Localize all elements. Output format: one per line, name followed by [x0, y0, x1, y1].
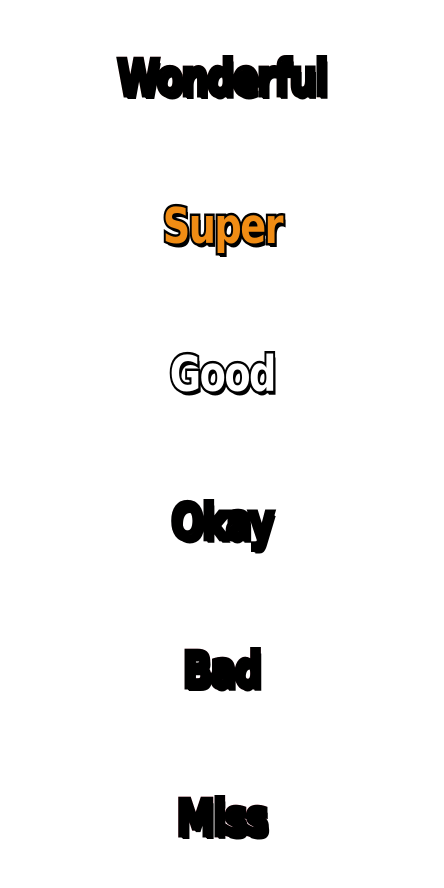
rating-wonderful-text: Wonderful — [115, 49, 330, 107]
rating-bad-text: Bad — [181, 641, 264, 699]
rating-miss-text: Miss — [175, 789, 271, 847]
rating-okay-text: Okay — [169, 493, 276, 551]
rating-wonderful: Wonderful — [0, 4, 444, 152]
rating-miss: Miss — [0, 744, 444, 888]
rating-good-text: Good — [168, 345, 278, 403]
rating-bad: Bad — [0, 596, 444, 744]
rating-okay: Okay — [0, 448, 444, 596]
rating-super-text: Super — [161, 197, 286, 255]
rating-judgement-list: Wonderful Super Good Okay Bad Miss — [0, 0, 444, 888]
rating-super: Super — [0, 152, 444, 300]
rating-good: Good — [0, 300, 444, 448]
